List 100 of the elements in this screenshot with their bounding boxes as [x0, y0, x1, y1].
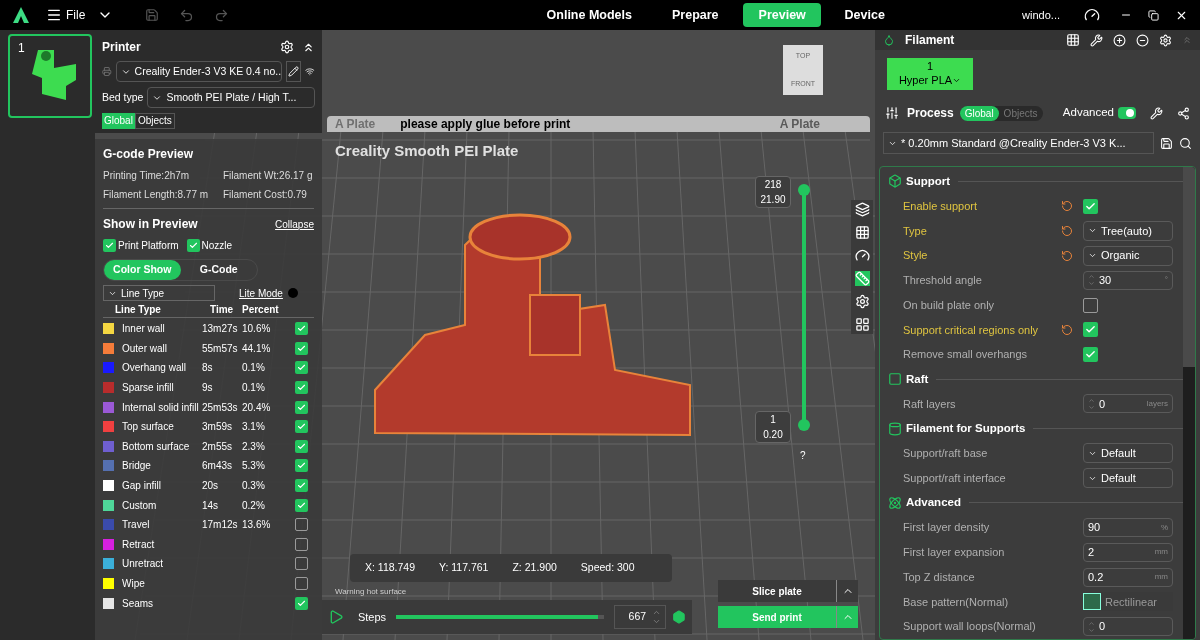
select-field[interactable]: Default	[1083, 443, 1173, 464]
view-select[interactable]: Line Type	[103, 285, 215, 301]
checkbox[interactable]	[295, 420, 308, 434]
file-menu[interactable]: File	[46, 6, 86, 24]
checkbox[interactable]	[295, 361, 308, 375]
help-mark[interactable]: ?	[800, 448, 806, 463]
setting-label: Type	[903, 224, 927, 237]
gauge-icon[interactable]	[854, 248, 870, 263]
layer-slider[interactable]	[798, 184, 810, 431]
checkbox[interactable]	[295, 498, 308, 512]
checkbox[interactable]	[295, 596, 308, 610]
line-type-label: Retract	[122, 537, 156, 552]
share-icon[interactable]	[1177, 106, 1190, 120]
reset-icon[interactable]	[1061, 249, 1073, 262]
checkbox[interactable]	[295, 459, 308, 473]
checkbox[interactable]	[295, 537, 308, 551]
window-label: windo...	[1022, 7, 1060, 23]
percent-text: 10.6%	[242, 323, 271, 335]
select-field[interactable]: Tree(auto)	[1083, 220, 1173, 241]
play-icon[interactable]	[328, 609, 344, 625]
time-text: 2m55s	[202, 440, 232, 452]
nav-tab[interactable]: Online Models	[530, 3, 648, 27]
checkbox[interactable]	[295, 381, 308, 395]
slider-handle[interactable]	[798, 419, 810, 431]
mode-tab[interactable]: G-Code	[180, 260, 257, 280]
checkbox[interactable]	[295, 518, 308, 532]
slice-button[interactable]: Slice plate	[718, 580, 836, 602]
tool-icon[interactable]	[1150, 106, 1163, 120]
checkbox[interactable]	[1083, 322, 1098, 338]
plate-label: A Plate	[335, 116, 376, 133]
option-label: Print Platform	[118, 239, 179, 253]
setting-label: Base pattern(Normal)	[903, 595, 1009, 608]
settings-icon[interactable]	[854, 294, 870, 309]
checkbox[interactable]	[103, 239, 116, 252]
expand-button[interactable]	[836, 580, 858, 602]
lite-mode-link[interactable]: Lite Mode	[239, 285, 283, 301]
setting-label: On build plate only	[903, 298, 995, 311]
search-icon[interactable]	[1179, 136, 1192, 150]
restore-icon[interactable]	[1148, 9, 1159, 21]
add-icon[interactable]	[1113, 33, 1126, 47]
section-title: Raft	[906, 371, 929, 387]
setting-label: Raft layers	[903, 397, 956, 410]
slider-handle[interactable]	[798, 184, 810, 196]
layer-value: 0.20	[763, 428, 783, 442]
scrollbar[interactable]	[1183, 167, 1195, 639]
checkbox[interactable]	[295, 439, 308, 453]
plate-label: A Plate	[779, 116, 820, 133]
setting-label: First layer density	[903, 521, 990, 534]
grid-icon[interactable]	[854, 225, 870, 240]
percent-text: 0.2%	[242, 499, 265, 511]
settings-icon[interactable]	[280, 40, 294, 54]
grid-icon[interactable]	[854, 317, 870, 332]
nav-tab[interactable]: Device	[828, 3, 901, 27]
checkbox[interactable]	[295, 322, 308, 336]
settings-icon[interactable]	[1159, 33, 1172, 47]
bed-type-select[interactable]: Smooth PEI Plate / High T...	[147, 87, 315, 108]
reset-icon[interactable]	[1061, 200, 1073, 213]
line-type-label: Bridge	[122, 459, 152, 474]
checkbox[interactable]	[295, 400, 308, 414]
select-field[interactable]: Default	[1083, 468, 1173, 489]
wifi-icon[interactable]	[305, 65, 315, 78]
checkbox[interactable]	[295, 557, 308, 571]
checkbox[interactable]	[1083, 347, 1098, 362]
setting-label: Top Z distance	[903, 570, 975, 583]
process-preset-select[interactable]: * 0.20mm Standard @Creality Ender-3 V3 K...	[883, 132, 1154, 154]
pattern-icon	[1083, 593, 1101, 611]
checkbox[interactable]	[295, 341, 308, 355]
reset-icon[interactable]	[1061, 323, 1073, 336]
grid-icon[interactable]	[1066, 33, 1080, 47]
line-type-label: Internal solid infill	[122, 400, 200, 415]
checkbox[interactable]	[1083, 297, 1098, 313]
line-type-label: Top surface	[122, 420, 175, 435]
select-field[interactable]: Organic	[1083, 245, 1173, 266]
advanced-toggle[interactable]	[1118, 107, 1136, 119]
checkbox[interactable]	[186, 239, 200, 252]
remove-icon[interactable]	[1136, 33, 1149, 47]
plate-thumbnail[interactable]: 1	[8, 34, 92, 118]
checkbox[interactable]	[295, 479, 308, 493]
redo-icon[interactable]	[214, 7, 230, 23]
line-type-label: Wipe	[122, 577, 146, 591]
number-field[interactable]: 0.2 mm	[1083, 567, 1173, 587]
number-field[interactable]: 2 mm	[1083, 542, 1173, 562]
undo-icon[interactable]	[179, 7, 195, 23]
checkbox[interactable]	[1083, 198, 1098, 214]
nav-tab[interactable]: Prepare	[656, 3, 735, 27]
checkbox[interactable]	[295, 577, 308, 590]
panel-title: G-code Preview	[103, 146, 195, 163]
filament-slot[interactable]: 1 Hyper PLA	[887, 58, 973, 90]
edit-button[interactable]	[286, 61, 302, 82]
advanced-label: Advanced	[1062, 105, 1114, 121]
ruler-icon[interactable]	[854, 271, 870, 286]
sliders-icon	[885, 106, 899, 120]
filament-icon	[883, 34, 895, 46]
number-field[interactable]: 90 %	[1083, 518, 1173, 538]
printer-select[interactable]: Creality Ender-3 V3 KE 0.4 no..	[115, 61, 283, 82]
collapse-link[interactable]: Collapse	[275, 216, 314, 232]
gauge-icon[interactable]	[1084, 7, 1100, 23]
wrench-icon[interactable]	[1090, 33, 1103, 47]
scope-tab[interactable]: Objects	[134, 113, 175, 129]
reset-icon[interactable]	[1061, 224, 1073, 237]
